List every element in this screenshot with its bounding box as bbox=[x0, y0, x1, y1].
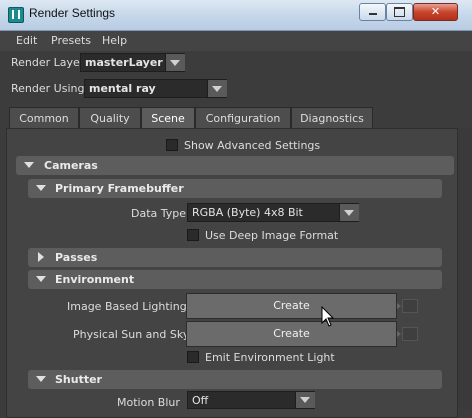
maximize-icon bbox=[394, 7, 405, 17]
menu-help[interactable]: Help bbox=[102, 34, 127, 47]
close-button[interactable]: ✕ bbox=[413, 3, 458, 21]
motion-blur-label: Motion Blur bbox=[117, 396, 180, 409]
collapse-arrow-icon bbox=[36, 376, 46, 382]
maximize-button[interactable] bbox=[386, 3, 413, 21]
emit-env-checkbox[interactable] bbox=[187, 351, 199, 363]
sun-sky-create-button[interactable]: Create bbox=[186, 321, 397, 347]
motion-blur-dropdown[interactable]: Off bbox=[187, 391, 315, 409]
section-passes-label: Passes bbox=[55, 251, 98, 264]
render-using-dropdown[interactable]: mental ray bbox=[84, 79, 227, 98]
deep-image-label: Use Deep Image Format bbox=[205, 229, 339, 242]
emit-env-label: Emit Environment Light bbox=[205, 351, 335, 364]
section-environment[interactable]: Environment bbox=[28, 270, 442, 289]
data-type-label: Data Type bbox=[131, 207, 187, 220]
collapse-arrow-icon bbox=[24, 162, 34, 168]
maya-app-icon bbox=[8, 7, 24, 23]
render-using-value: mental ray bbox=[89, 82, 156, 95]
show-advanced-checkbox[interactable] bbox=[166, 139, 178, 151]
title-bar: Render Settings ✕ bbox=[0, 0, 472, 31]
tab-configuration[interactable]: Configuration bbox=[195, 107, 291, 129]
collapse-arrow-icon bbox=[36, 276, 46, 282]
render-layer-value: masterLayer bbox=[85, 56, 163, 69]
chevron-down-icon bbox=[344, 210, 354, 216]
section-cameras-label: Cameras bbox=[44, 159, 98, 172]
section-shutter-label: Shutter bbox=[55, 373, 102, 386]
data-type-value: RGBA (Byte) 4x8 Bit bbox=[192, 206, 303, 219]
tab-scene[interactable]: Scene bbox=[141, 107, 195, 129]
ibl-label: Image Based Lighting bbox=[67, 300, 187, 313]
minimize-icon bbox=[368, 13, 377, 15]
menu-presets[interactable]: Presets bbox=[51, 34, 91, 47]
tab-quality[interactable]: Quality bbox=[79, 107, 141, 129]
ibl-create-button[interactable]: Create bbox=[186, 293, 397, 319]
chevron-down-icon bbox=[300, 397, 310, 403]
section-shutter[interactable]: Shutter bbox=[28, 370, 442, 389]
section-passes[interactable]: Passes bbox=[28, 248, 442, 267]
render-layer-dropdown[interactable]: masterLayer bbox=[80, 53, 185, 72]
chevron-down-icon bbox=[170, 60, 180, 66]
data-type-arrow[interactable] bbox=[339, 204, 359, 221]
chevron-down-icon bbox=[212, 86, 222, 92]
tab-common[interactable]: Common bbox=[9, 107, 79, 129]
data-type-dropdown[interactable]: RGBA (Byte) 4x8 Bit bbox=[187, 203, 359, 222]
section-primary-framebuffer[interactable]: Primary Framebuffer bbox=[28, 179, 442, 198]
section-environment-label: Environment bbox=[55, 273, 135, 286]
motion-blur-arrow[interactable] bbox=[295, 392, 315, 408]
menu-bar: Edit Presets Help bbox=[0, 31, 472, 51]
mouse-cursor-icon bbox=[321, 306, 335, 327]
menu-edit[interactable]: Edit bbox=[16, 34, 37, 47]
render-using-arrow[interactable] bbox=[207, 80, 227, 97]
section-cameras[interactable]: Cameras bbox=[16, 156, 454, 175]
ibl-map-button[interactable] bbox=[397, 299, 418, 313]
motion-blur-value: Off bbox=[192, 394, 209, 407]
deep-image-checkbox[interactable] bbox=[187, 229, 199, 241]
expand-arrow-icon bbox=[38, 252, 44, 262]
close-icon: ✕ bbox=[430, 5, 441, 18]
sun-sky-label: Physical Sun and Sky bbox=[73, 328, 190, 341]
render-using-label: Render Using bbox=[11, 82, 85, 95]
vertical-scrollbar[interactable] bbox=[458, 128, 472, 409]
collapse-arrow-icon bbox=[36, 185, 46, 191]
render-layer-label: Render Layer bbox=[11, 56, 85, 69]
sun-sky-map-button[interactable] bbox=[397, 327, 418, 341]
section-primary-framebuffer-label: Primary Framebuffer bbox=[55, 182, 184, 195]
tab-bar: Common Quality Scene Configuration Diagn… bbox=[0, 107, 472, 129]
tab-diagnostics[interactable]: Diagnostics bbox=[291, 107, 373, 129]
render-layer-arrow[interactable] bbox=[165, 54, 185, 71]
minimize-button[interactable] bbox=[359, 3, 386, 21]
window-title: Render Settings bbox=[29, 6, 116, 20]
show-advanced-label: Show Advanced Settings bbox=[184, 139, 321, 152]
